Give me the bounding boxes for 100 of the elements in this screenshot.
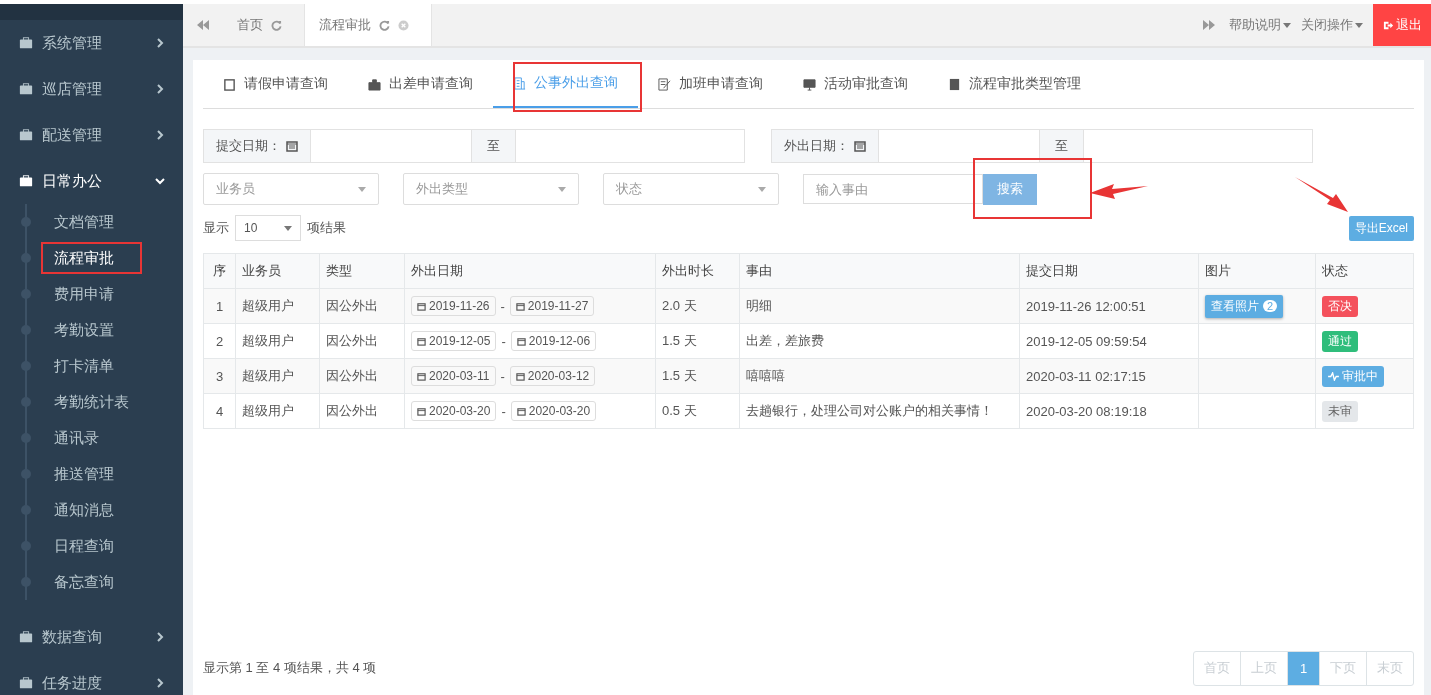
date-chip: 2020-03-20 xyxy=(510,401,597,421)
sidebar-subitem[interactable]: 流程审批 xyxy=(0,240,183,276)
sidebar-item[interactable]: 巡店管理 xyxy=(0,66,183,112)
tab[interactable]: 流程审批类型管理 xyxy=(928,60,1101,108)
sidebar-subitem[interactable]: 打卡清单 xyxy=(0,348,183,384)
help-menu[interactable]: 帮助说明 xyxy=(1229,16,1291,34)
reason-input[interactable]: 输入事由 xyxy=(803,174,983,204)
sidebar-item[interactable]: 任务进度 xyxy=(0,660,183,695)
results-label: 项结果 xyxy=(307,219,346,237)
status-badge: 审批中 xyxy=(1322,365,1384,387)
table-cell: 2019-12-05 09:59:54 xyxy=(1019,323,1199,359)
tab[interactable]: 出差申请查询 xyxy=(348,60,493,108)
date-separator: - xyxy=(500,368,505,384)
table-cell: 因公外出 xyxy=(319,393,405,429)
status-badge: 否决 xyxy=(1322,295,1358,317)
table-cell: 超级用户 xyxy=(235,393,320,429)
sidebar-subitem[interactable]: 推送管理 xyxy=(0,456,183,492)
table-cell: 1.5 天 xyxy=(655,358,740,394)
column-header: 事由 xyxy=(739,253,1020,289)
sidebar-subitem[interactable]: 费用申请 xyxy=(0,276,183,312)
sidebar-item[interactable]: 系统管理 xyxy=(0,20,183,66)
table-cell: 2 xyxy=(203,323,236,359)
sidebar-subitem[interactable]: 备忘查询 xyxy=(0,564,183,600)
table-cell: 出差，差旅费 xyxy=(739,323,1020,359)
date-separator: - xyxy=(501,403,506,419)
column-header: 图片 xyxy=(1198,253,1316,289)
show-label: 显示 xyxy=(203,219,229,237)
building-icon xyxy=(513,76,526,90)
table-cell: 嘻嘻嘻 xyxy=(739,358,1020,394)
status-badge: 未审 xyxy=(1322,400,1358,422)
table-cell: 2019-11-26 12:00:51 xyxy=(1019,288,1199,324)
table-cell: 2.0 天 xyxy=(655,288,740,324)
table-cell: 因公外出 xyxy=(319,358,405,394)
sidebar-item[interactable]: 日常办公 xyxy=(0,158,183,204)
sidebar-subitem[interactable]: 日程查询 xyxy=(0,528,183,564)
sidebar-subitem[interactable]: 通讯录 xyxy=(0,420,183,456)
column-header: 外出日期 xyxy=(404,253,656,289)
close-operations-menu[interactable]: 关闭操作 xyxy=(1301,16,1363,34)
page-tab[interactable]: 流程审批 xyxy=(304,4,432,46)
column-header: 业务员 xyxy=(235,253,320,289)
date-chip: 2020-03-20 xyxy=(411,401,497,421)
date-separator: - xyxy=(501,333,506,349)
chevron-right-icon xyxy=(155,678,165,688)
table-cell: 1.5 天 xyxy=(655,323,740,359)
status-badge: 通过 xyxy=(1322,330,1358,352)
refresh-icon[interactable] xyxy=(271,19,282,31)
column-header: 外出时长 xyxy=(655,253,740,289)
page-size-select[interactable]: 10 xyxy=(235,215,301,241)
table-cell: 去趟银行，处理公司对公账户的相关事情！ xyxy=(739,393,1020,429)
annotation-arrow xyxy=(1295,177,1348,212)
document-icon xyxy=(948,77,961,91)
table-cell: 明细 xyxy=(739,288,1020,324)
table-cell: 超级用户 xyxy=(235,358,320,394)
column-header: 状态 xyxy=(1315,253,1414,289)
table-cell: 2020-03-20 08:19:18 xyxy=(1019,393,1199,429)
sidebar-subitem[interactable]: 文档管理 xyxy=(0,204,183,240)
column-header: 类型 xyxy=(319,253,405,289)
calendar-icon xyxy=(417,406,426,416)
tab[interactable]: 加班申请查询 xyxy=(638,60,783,108)
sidebar-subitem[interactable]: 考勤设置 xyxy=(0,312,183,348)
chevron-down-icon xyxy=(155,176,165,186)
briefcase-icon xyxy=(368,77,381,91)
chevron-right-icon xyxy=(155,84,165,94)
table-cell: 1 xyxy=(203,288,236,324)
refresh-icon[interactable] xyxy=(379,19,390,31)
chevron-right-icon xyxy=(155,38,165,48)
table-cell: 2020-03-11 02:17:15 xyxy=(1019,358,1199,394)
annotation-arrow xyxy=(1090,184,1148,199)
chevron-right-icon xyxy=(155,632,165,642)
calendar-icon xyxy=(417,301,426,311)
scroll-right-icon[interactable] xyxy=(1203,20,1215,30)
monitor-icon xyxy=(803,77,816,91)
calendar-icon xyxy=(417,371,426,381)
table-cell: 因公外出 xyxy=(319,288,405,324)
logout-icon xyxy=(1383,19,1394,31)
pulse-icon xyxy=(1328,371,1339,381)
tab[interactable]: 请假申请查询 xyxy=(203,60,348,108)
tab[interactable]: 活动审批查询 xyxy=(783,60,928,108)
sidebar-item[interactable]: 数据查询 xyxy=(0,614,183,660)
chevron-right-icon xyxy=(155,130,165,140)
sidebar-subitem[interactable]: 通知消息 xyxy=(0,492,183,528)
date-chip: 2019-11-27 xyxy=(509,296,595,316)
calendar-icon xyxy=(516,406,526,416)
logout-button[interactable]: 退出 xyxy=(1373,4,1431,46)
sidebar-subitem[interactable]: 考勤统计表 xyxy=(0,384,183,420)
page-tab[interactable]: 首页 xyxy=(223,4,304,46)
date-chip: 2019-12-05 xyxy=(411,331,497,351)
close-icon[interactable] xyxy=(398,19,409,31)
scroll-left-icon[interactable] xyxy=(197,20,209,30)
table-cell: 因公外出 xyxy=(319,323,405,359)
date-chip: 2020-03-12 xyxy=(509,366,596,386)
clipboard-icon xyxy=(223,77,236,91)
table-cell: 超级用户 xyxy=(235,323,320,359)
table-cell: 3 xyxy=(203,358,236,394)
calendar-icon xyxy=(515,371,525,381)
calendar-icon xyxy=(417,336,426,346)
date-chip: 2019-12-06 xyxy=(510,331,597,351)
calendar-icon xyxy=(515,301,525,311)
sidebar-item[interactable]: 配送管理 xyxy=(0,112,183,158)
date-chip: 2019-11-26 xyxy=(411,296,496,316)
